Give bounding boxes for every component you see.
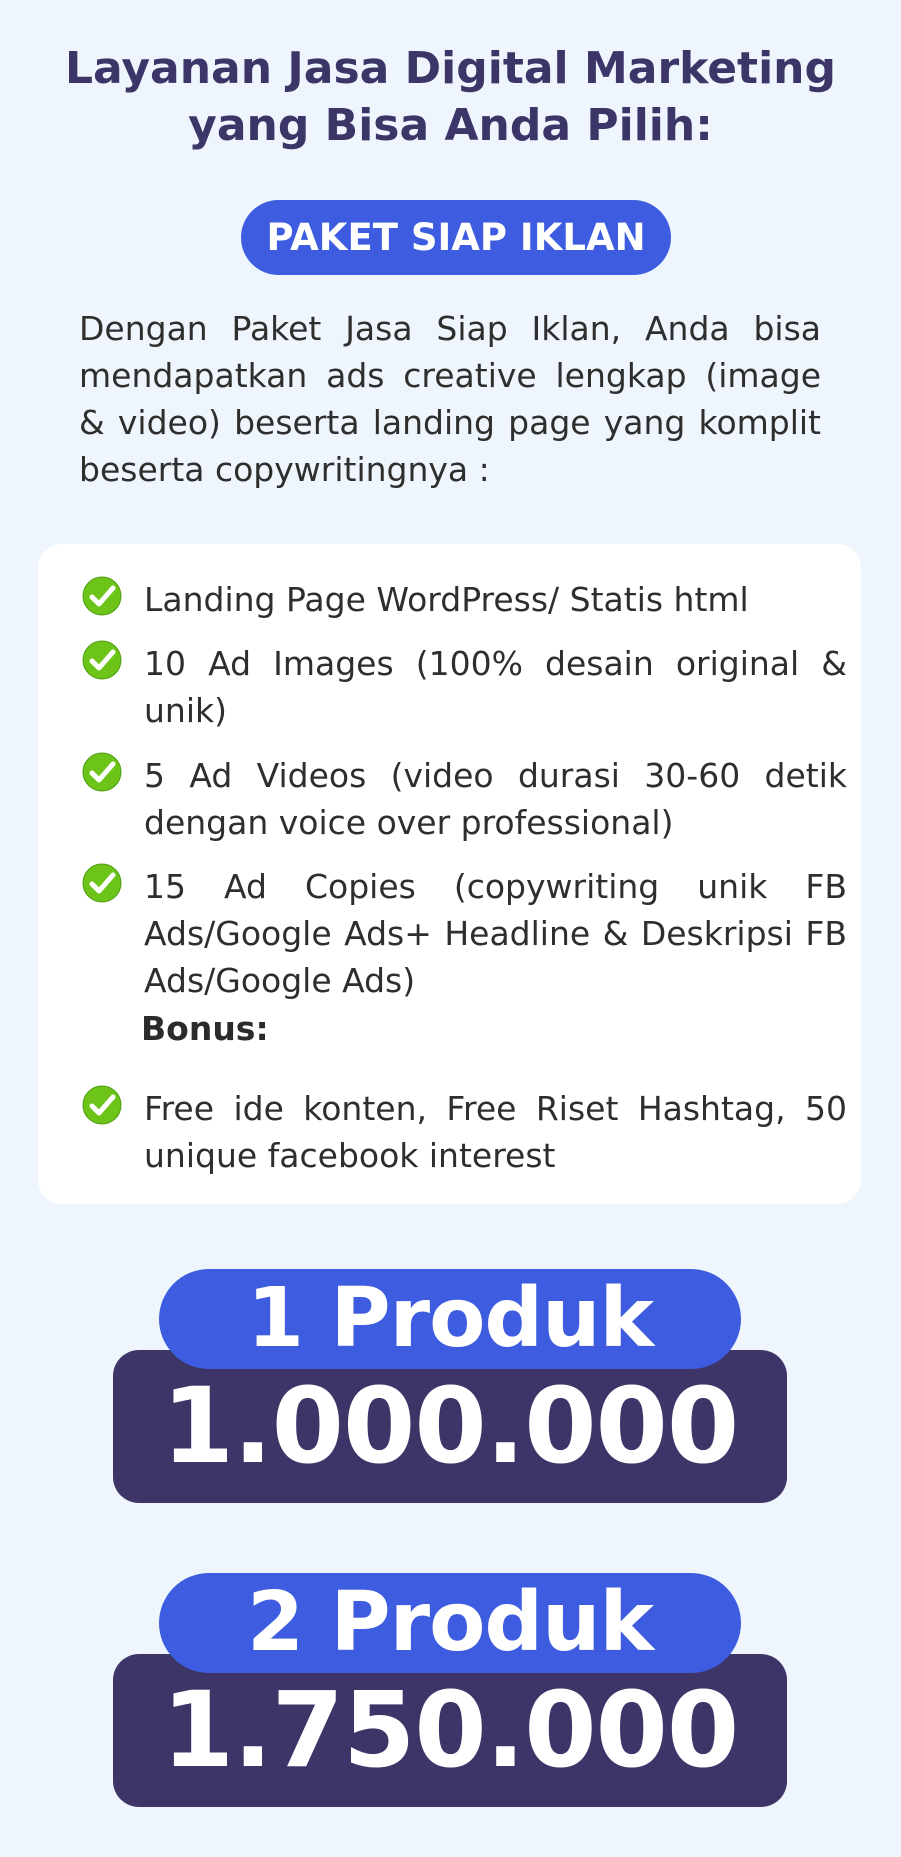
- feature-text: Landing Page WordPress/ Statis html: [144, 580, 749, 619]
- feature-text: 5 Ad Videos (video durasi 30-60 detik de…: [144, 756, 847, 842]
- page-title-line-2: yang Bisa Anda Pilih:: [188, 100, 713, 151]
- price-value: 1.000.000: [161, 1365, 740, 1487]
- check-circle-icon: [82, 863, 122, 903]
- check-circle-icon: [82, 640, 122, 680]
- bonus-text: Free ide konten, Free Riset Hashtag, 50 …: [144, 1089, 847, 1175]
- check-circle-icon: [82, 752, 122, 792]
- check-circle-icon: [82, 576, 122, 616]
- bonus-label: Bonus:: [141, 1009, 269, 1048]
- feature-text: 10 Ad Images (100% desain original & uni…: [144, 644, 847, 730]
- feature-text: 15 Ad Copies (copywriting unik FB Ads/Go…: [144, 867, 847, 1000]
- feature-card: Landing Page WordPress/ Statis html 10 A…: [38, 544, 861, 1204]
- package-description: Dengan Paket Jasa Siap Iklan, Anda bisa …: [79, 309, 821, 489]
- page-title-line-1: Layanan Jasa Digital Marketing: [64, 43, 836, 94]
- product-count-badge: 2 Produk: [159, 1573, 741, 1673]
- package-name-badge: PAKET SIAP IKLAN: [241, 200, 671, 275]
- product-count-badge: 1 Produk: [159, 1269, 741, 1369]
- page-title: Layanan Jasa Digital Marketing yang Bisa…: [60, 40, 841, 154]
- check-circle-icon: [82, 1085, 122, 1125]
- price-value: 1.750.000: [161, 1669, 740, 1791]
